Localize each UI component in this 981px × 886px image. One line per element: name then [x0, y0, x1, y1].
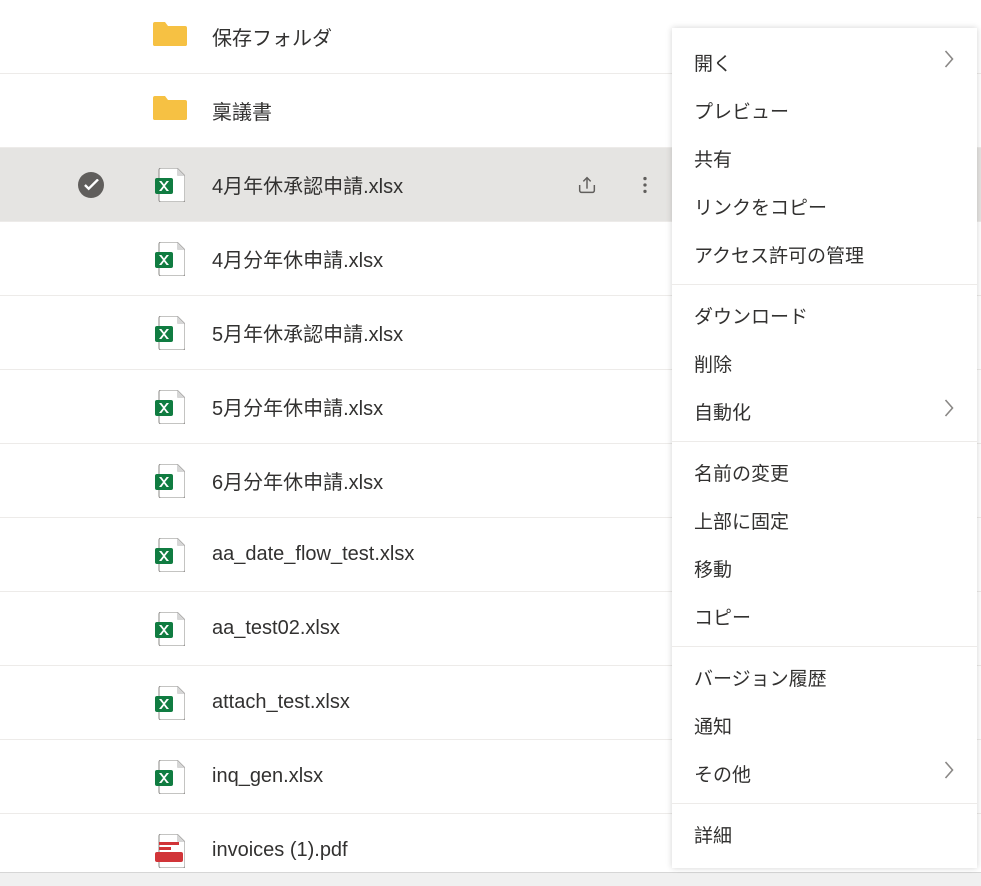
menu-label: 上部に固定: [694, 507, 789, 534]
excel-file-icon: [155, 686, 185, 720]
more-actions-icon[interactable]: [629, 169, 661, 201]
menu-label: 通知: [694, 712, 732, 739]
context-menu: 開く プレビュー 共有 リンクをコピー アクセス許可の管理 ダウンロード 削除 …: [672, 28, 977, 868]
menu-delete[interactable]: 削除: [672, 339, 977, 387]
menu-alert[interactable]: 通知: [672, 701, 977, 749]
menu-manage-access[interactable]: アクセス許可の管理: [672, 230, 977, 278]
menu-label: コピー: [694, 603, 751, 630]
file-name[interactable]: 保存フォルダ: [212, 22, 332, 51]
file-name[interactable]: 6月分年休申請.xlsx: [212, 466, 383, 495]
excel-file-icon: [155, 538, 185, 572]
excel-file-icon: [155, 390, 185, 424]
excel-file-icon: [155, 168, 185, 202]
menu-version-history[interactable]: バージョン履歴: [672, 653, 977, 701]
menu-label: 詳細: [694, 821, 732, 848]
menu-label: リンクをコピー: [694, 193, 827, 220]
menu-label: 自動化: [694, 398, 751, 425]
file-name[interactable]: 5月分年休申請.xlsx: [212, 392, 383, 421]
share-icon[interactable]: [571, 169, 603, 201]
menu-label: アクセス許可の管理: [694, 241, 864, 268]
menu-copy-link[interactable]: リンクをコピー: [672, 182, 977, 230]
menu-preview[interactable]: プレビュー: [672, 86, 977, 134]
menu-download[interactable]: ダウンロード: [672, 291, 977, 339]
menu-pin-top[interactable]: 上部に固定: [672, 496, 977, 544]
file-name[interactable]: invoices (1).pdf: [212, 839, 348, 862]
file-name[interactable]: 稟議書: [212, 96, 272, 125]
file-name[interactable]: 5月年休承認申請.xlsx: [212, 318, 403, 347]
menu-details[interactable]: 詳細: [672, 810, 977, 858]
menu-separator: [672, 284, 977, 285]
menu-label: 移動: [694, 555, 732, 582]
menu-separator: [672, 803, 977, 804]
menu-separator: [672, 441, 977, 442]
excel-file-icon: [155, 760, 185, 794]
menu-share[interactable]: 共有: [672, 134, 977, 182]
chevron-right-icon: [944, 761, 955, 785]
menu-label: 削除: [694, 350, 732, 377]
file-name[interactable]: attach_test.xlsx: [212, 691, 350, 714]
menu-move[interactable]: 移動: [672, 544, 977, 592]
row-actions: [571, 148, 661, 221]
file-name[interactable]: aa_date_flow_test.xlsx: [212, 543, 414, 566]
menu-label: その他: [694, 760, 751, 787]
excel-file-icon: [155, 464, 185, 498]
menu-label: プレビュー: [694, 97, 789, 124]
menu-label: 共有: [694, 145, 732, 172]
folder-icon: [153, 94, 187, 127]
menu-label: 開く: [694, 49, 732, 76]
menu-label: ダウンロード: [694, 302, 808, 329]
menu-rename[interactable]: 名前の変更: [672, 448, 977, 496]
menu-separator: [672, 646, 977, 647]
file-name[interactable]: aa_test02.xlsx: [212, 617, 340, 640]
menu-label: 名前の変更: [694, 459, 789, 486]
excel-file-icon: [155, 612, 185, 646]
pdf-file-icon: [155, 834, 185, 868]
menu-label: バージョン履歴: [694, 664, 827, 691]
menu-open[interactable]: 開く: [672, 38, 977, 86]
horizontal-scrollbar[interactable]: [0, 872, 981, 886]
chevron-right-icon: [944, 50, 955, 74]
chevron-right-icon: [944, 399, 955, 423]
menu-copy[interactable]: コピー: [672, 592, 977, 640]
folder-icon: [153, 20, 187, 53]
excel-file-icon: [155, 242, 185, 276]
excel-file-icon: [155, 316, 185, 350]
file-name[interactable]: 4月年休承認申請.xlsx: [212, 170, 403, 199]
selected-check-icon[interactable]: [78, 172, 104, 198]
file-name[interactable]: 4月分年休申請.xlsx: [212, 244, 383, 273]
menu-automate[interactable]: 自動化: [672, 387, 977, 435]
menu-more[interactable]: その他: [672, 749, 977, 797]
file-name[interactable]: inq_gen.xlsx: [212, 765, 323, 788]
